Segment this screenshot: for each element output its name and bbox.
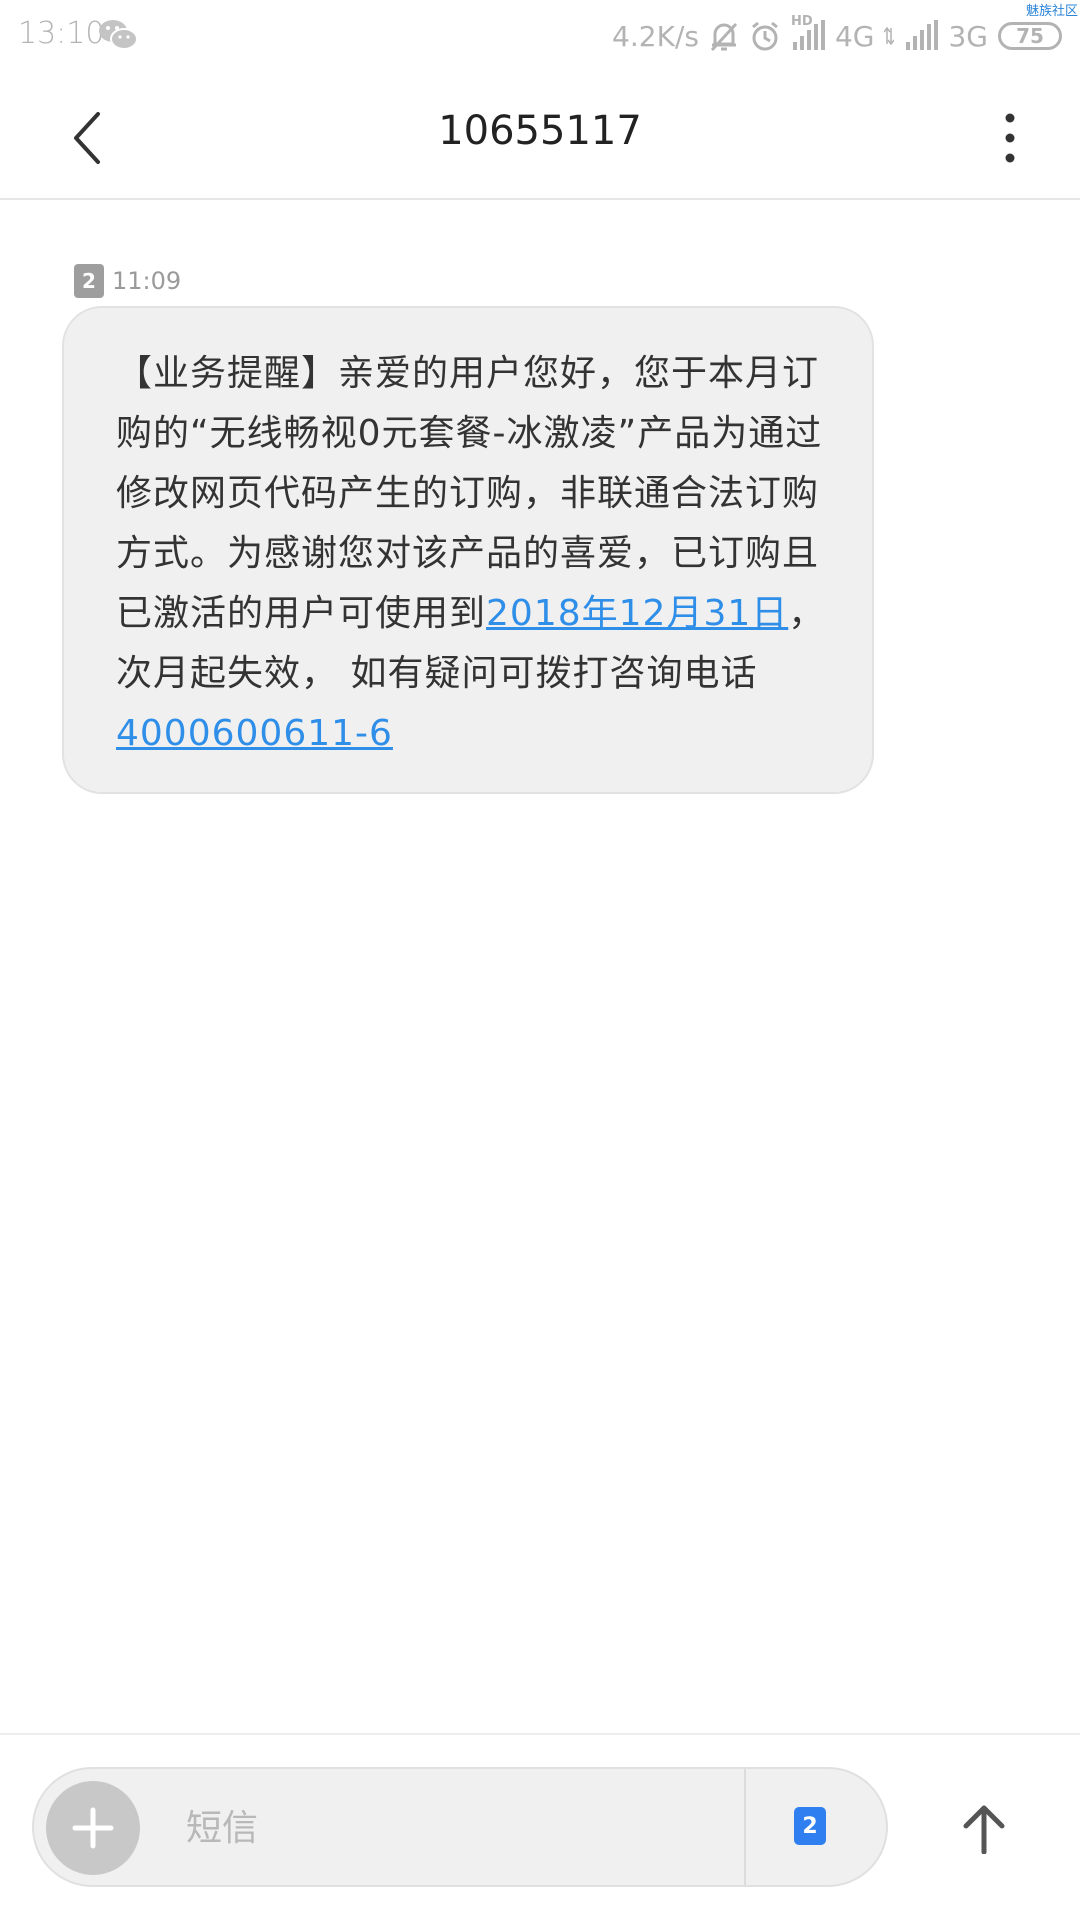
battery-icon: 75	[998, 22, 1062, 50]
watermark: 魅族社区	[1025, 4, 1078, 19]
plus-icon	[72, 1807, 114, 1849]
message-text: 【业务提醒】亲爱的用户您好，您于本月订购的“无线畅视0元套餐-冰激凌”产品为通过…	[116, 353, 823, 634]
message-bubble[interactable]: 【业务提醒】亲爱的用户您好，您于本月订购的“无线畅视0元套餐-冰激凌”产品为通过…	[62, 306, 874, 794]
composer-bar: 2	[0, 1733, 1080, 1922]
composer: 2	[32, 1767, 888, 1887]
conversation-title: 10655117	[438, 108, 642, 154]
date-link[interactable]: 2018年12月31日	[486, 593, 788, 634]
message-input[interactable]	[184, 1797, 748, 1859]
alarm-icon	[749, 20, 781, 52]
network-speed: 4.2K/s	[612, 19, 699, 53]
network-type-2: 3G	[948, 19, 988, 53]
send-arrow-up-icon	[963, 1805, 1005, 1854]
signal-hd-icon: HD	[791, 14, 825, 52]
message-time: 11:09	[112, 267, 182, 295]
status-bar: 13:10 4.2K/s HD 4G 3G 75 魅族社区	[0, 0, 1080, 70]
sim-badge: 2	[74, 264, 104, 298]
status-indicators: 4.2K/s HD 4G 3G 75	[612, 14, 1062, 54]
signal-icon-2	[904, 20, 939, 52]
header: 10655117	[0, 70, 1080, 200]
battery-level: 75	[1016, 24, 1044, 48]
message-meta: 2 11:09	[74, 264, 181, 298]
more-options-button[interactable]	[990, 108, 1030, 168]
send-button[interactable]	[952, 1797, 1016, 1861]
more-vertical-icon	[1005, 113, 1015, 163]
sim-select-button[interactable]: 2	[794, 1807, 826, 1845]
data-arrows-icon	[884, 26, 895, 46]
mute-bell-icon	[709, 20, 739, 52]
wechat-icon	[98, 18, 138, 52]
add-attachment-button[interactable]	[46, 1781, 140, 1875]
network-type-1: 4G	[834, 19, 875, 53]
divider	[744, 1769, 746, 1885]
hd-label: HD	[790, 14, 813, 29]
phone-link[interactable]: 4000600611-6	[116, 713, 393, 754]
status-time: 13:10	[18, 16, 105, 51]
